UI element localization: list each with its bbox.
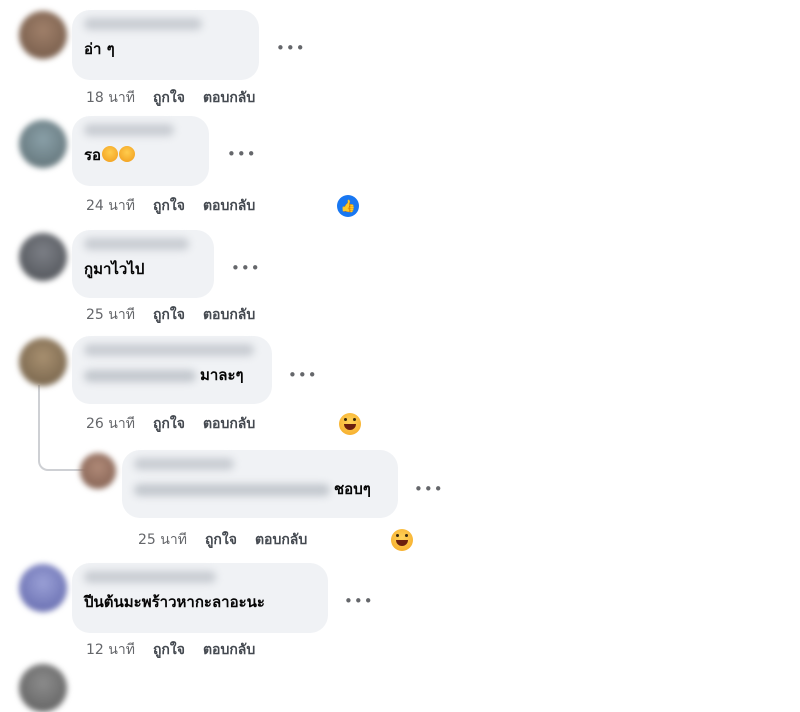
reply-button[interactable]: ตอบกลับ: [203, 198, 255, 214]
author-name-blurred[interactable]: [134, 458, 234, 470]
comment-bubble: รอ: [72, 116, 209, 186]
like-button[interactable]: ถูกใจ: [153, 307, 185, 323]
comment-text-blurred: [84, 369, 196, 382]
comment-meta: 25 นาที ถูกใจ ตอบกลับ: [86, 306, 255, 324]
comment-text: มาละๆ: [84, 366, 260, 384]
reply-button[interactable]: ตอบกลับ: [203, 416, 255, 432]
avatar[interactable]: [19, 338, 67, 386]
comment-bubble: อ่า ๆ: [72, 10, 259, 80]
avatar[interactable]: [19, 233, 67, 281]
comment-text: รอ: [84, 146, 197, 164]
reply-button[interactable]: ตอบกลับ: [203, 90, 255, 106]
timestamp[interactable]: 18 นาที: [86, 90, 135, 106]
avatar[interactable]: [19, 664, 67, 712]
comment-text: อ่า ๆ: [84, 40, 115, 58]
author-name-blurred[interactable]: [84, 344, 254, 356]
author-name-blurred[interactable]: [84, 571, 216, 583]
like-button[interactable]: ถูกใจ: [153, 90, 185, 106]
comment-meta: 25 นาที ถูกใจ ตอบกลับ: [138, 531, 307, 549]
comment-meta: 18 นาที ถูกใจ ตอบกลับ: [86, 89, 255, 107]
avatar[interactable]: [19, 564, 67, 612]
avatar[interactable]: [80, 453, 116, 489]
comment-meta: 26 นาที ถูกใจ ตอบกลับ: [86, 415, 255, 433]
timestamp[interactable]: 24 นาที: [86, 198, 135, 214]
more-options-icon[interactable]: •••: [414, 482, 444, 497]
more-options-icon[interactable]: •••: [231, 261, 261, 276]
grinning-face-icon[interactable]: [391, 529, 413, 551]
rofl-emoji-icon: [102, 146, 119, 162]
author-name-blurred[interactable]: [84, 238, 189, 250]
timestamp[interactable]: 25 นาที: [86, 307, 135, 323]
comment-meta: 12 นาที ถูกใจ ตอบกลับ: [86, 641, 255, 659]
timestamp[interactable]: 12 นาที: [86, 642, 135, 658]
like-button[interactable]: ถูกใจ: [153, 416, 185, 432]
comment-text: ชอบๆ: [134, 480, 386, 498]
avatar[interactable]: [19, 11, 67, 59]
comment-text-value: ชอบๆ: [334, 480, 371, 498]
comment-text-value: รอ: [84, 146, 102, 164]
comment-text-value: มาละๆ: [200, 366, 244, 384]
comment-bubble: กูมาไวไป: [72, 230, 214, 298]
comment-bubble: มาละๆ: [72, 336, 272, 404]
more-options-icon[interactable]: •••: [276, 41, 306, 56]
like-button[interactable]: ถูกใจ: [153, 642, 185, 658]
comment-bubble: ปีนต้นมะพร้าวหากะลาอะนะ: [72, 563, 328, 633]
grinning-face-icon[interactable]: [339, 413, 361, 435]
comment-text-blurred: [134, 483, 330, 496]
timestamp[interactable]: 25 นาที: [138, 532, 187, 548]
timestamp[interactable]: 26 นาที: [86, 416, 135, 432]
more-options-icon[interactable]: •••: [288, 368, 318, 383]
comment-text: กูมาไวไป: [84, 260, 145, 278]
like-button[interactable]: ถูกใจ: [153, 198, 185, 214]
comment-meta: 24 นาที ถูกใจ ตอบกลับ: [86, 197, 255, 215]
reply-button[interactable]: ตอบกลับ: [203, 307, 255, 323]
like-button[interactable]: ถูกใจ: [205, 532, 237, 548]
like-reaction-icon[interactable]: 👍: [337, 195, 359, 217]
avatar[interactable]: [19, 120, 67, 168]
comment-text: ปีนต้นมะพร้าวหากะลาอะนะ: [84, 593, 265, 611]
author-name-blurred[interactable]: [84, 124, 174, 136]
reply-button[interactable]: ตอบกลับ: [255, 532, 307, 548]
author-name-blurred[interactable]: [84, 18, 202, 30]
rofl-emoji-icon: [119, 146, 136, 162]
more-options-icon[interactable]: •••: [227, 147, 257, 162]
more-options-icon[interactable]: •••: [344, 594, 374, 609]
reply-bubble: ชอบๆ: [122, 450, 398, 518]
reply-button[interactable]: ตอบกลับ: [203, 642, 255, 658]
